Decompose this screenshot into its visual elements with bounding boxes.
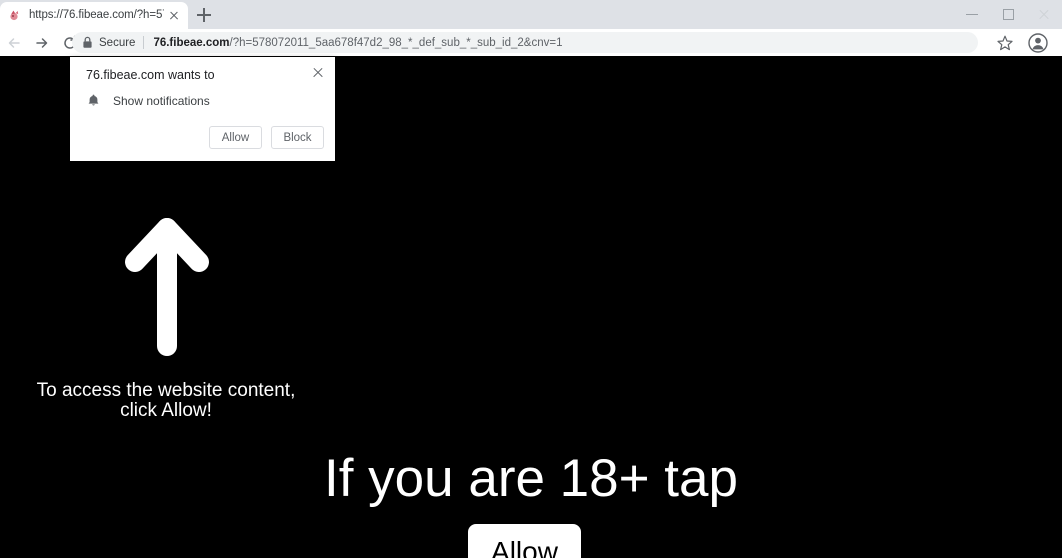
security-label: Secure: [99, 36, 136, 49]
window-controls: [954, 0, 1062, 29]
tab-strip: https://76.fibeae.com/?h=57807...: [0, 0, 1062, 29]
browser-tab[interactable]: https://76.fibeae.com/?h=57807...: [0, 2, 188, 29]
permission-dialog-title: 76.fibeae.com wants to: [86, 68, 215, 82]
page-allow-button[interactable]: Allow: [468, 524, 581, 558]
up-arrow-icon: [122, 212, 212, 358]
url-host: 76.fibeae.com: [153, 36, 230, 49]
permission-request-label: Show notifications: [113, 93, 210, 108]
window-close-icon[interactable]: [1026, 0, 1062, 29]
lock-icon: [82, 36, 93, 49]
cta-instruction-text: To access the website content, click All…: [20, 381, 312, 420]
url-path: /?h=578072011_5aa678f47d2_98_*_def_sub_*…: [229, 36, 563, 49]
minimize-icon[interactable]: [954, 0, 990, 29]
omnibox-separator: [143, 36, 145, 49]
permission-dialog-buttons: Allow Block: [209, 126, 324, 149]
page-headline: If you are 18+ tap: [324, 449, 738, 508]
forward-arrow-icon[interactable]: [28, 29, 56, 56]
site-favicon: [8, 9, 22, 23]
bookmark-star-icon[interactable]: [996, 34, 1014, 52]
notification-permission-dialog: 76.fibeae.com wants to Show notification…: [70, 57, 335, 161]
browser-toolbar: Secure 76.fibeae.com/?h=578072011_5aa678…: [0, 29, 1062, 56]
back-arrow-icon[interactable]: [0, 29, 28, 56]
permission-request-row: Show notifications: [86, 93, 210, 108]
tab-title: https://76.fibeae.com/?h=57807...: [29, 9, 164, 21]
maximize-icon[interactable]: [990, 0, 1026, 29]
cta-line-2: click Allow!: [120, 399, 212, 421]
browser-chrome: https://76.fibeae.com/?h=57807...: [0, 0, 1062, 56]
permission-dialog-close-icon[interactable]: [308, 62, 328, 82]
bell-icon: [86, 93, 101, 108]
cta-line-1: To access the website content,: [36, 380, 296, 401]
new-tab-button[interactable]: [192, 3, 216, 27]
tab-close-icon[interactable]: [166, 8, 182, 24]
permission-block-button[interactable]: Block: [271, 126, 324, 149]
url-text: 76.fibeae.com/?h=578072011_5aa678f47d2_9…: [153, 37, 562, 49]
profile-avatar-icon[interactable]: [1028, 33, 1048, 53]
address-bar[interactable]: Secure 76.fibeae.com/?h=578072011_5aa678…: [72, 32, 978, 53]
permission-allow-button[interactable]: Allow: [209, 126, 262, 149]
